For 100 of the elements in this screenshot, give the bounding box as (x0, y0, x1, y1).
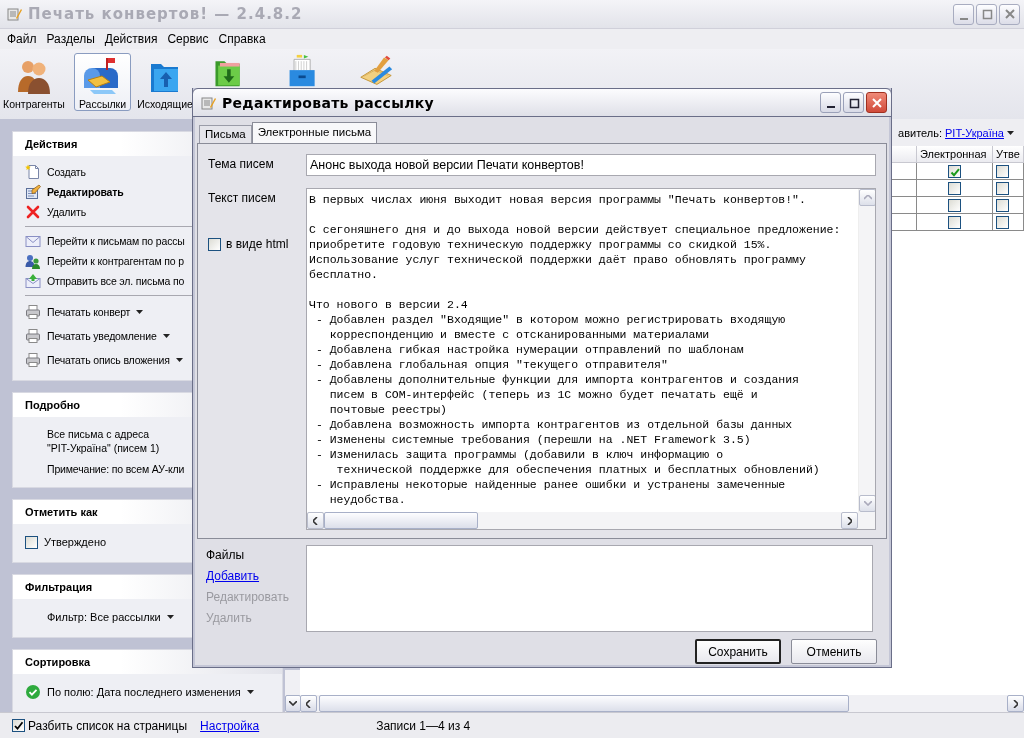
menu-item[interactable]: Действия (99, 32, 163, 46)
minimize-icon (826, 106, 835, 108)
minimize-button[interactable] (820, 92, 841, 113)
printer-icon (25, 304, 41, 320)
arrow-down-icon (289, 701, 297, 706)
action-link[interactable]: Редактировать (47, 186, 124, 198)
maximize-icon (847, 96, 860, 109)
menu-item[interactable]: Справка (213, 32, 271, 46)
horizontal-scrollbar[interactable] (307, 512, 858, 529)
field-label: Тема писем (208, 157, 274, 171)
checkbox[interactable] (208, 237, 221, 251)
panel-title: Фильтрация (25, 581, 93, 593)
checkbox[interactable] (948, 181, 961, 195)
subject-field[interactable]: Анонс выхода новой версии Печати конвертов! (306, 154, 876, 176)
close-icon (870, 96, 883, 109)
window-title: Печать конвертов! — 2.4.8.2 (28, 5, 304, 23)
arrow-up-icon (863, 195, 872, 200)
action-link[interactable]: Печатать конверт (47, 306, 131, 318)
new-document-icon (25, 164, 41, 180)
checkbox[interactable] (996, 198, 1009, 212)
arrow-right-icon (847, 516, 852, 525)
scroll-down-button[interactable] (285, 695, 300, 712)
checkbox[interactable] (948, 215, 961, 229)
check-icon (13, 720, 24, 731)
tab[interactable]: Электронные письма (251, 122, 378, 143)
scroll-left-button[interactable] (300, 695, 317, 712)
panel-title: Подробно (25, 399, 81, 411)
action-link[interactable]: Создать (47, 166, 86, 178)
checkbox-label[interactable]: Разбить список на страницы (28, 718, 188, 733)
envelope-icon (25, 233, 41, 249)
checkbox[interactable] (996, 215, 1009, 229)
horizontal-scrollbar[interactable] (300, 695, 1024, 712)
checkbox-label[interactable]: в виде html (226, 237, 289, 251)
checkbox[interactable] (25, 535, 38, 549)
sender-label: авитель: (898, 126, 943, 139)
action-link[interactable]: Печатать опись вложения (47, 354, 170, 366)
scroll-right-button[interactable] (841, 512, 858, 529)
arrow-right-icon (1013, 699, 1018, 708)
detail-text: Все письма с адреса "PIT-Україна" (писем 1) (46, 427, 161, 455)
toolbar-button[interactable]: Контрагенты (2, 53, 66, 111)
close-icon (1003, 8, 1016, 20)
panel-title: Действия (25, 138, 78, 150)
section-label: Файлы (205, 547, 246, 564)
action-link[interactable]: Удалить (47, 206, 87, 218)
caret-icon (1007, 130, 1014, 135)
scroll-thumb[interactable] (319, 695, 849, 712)
menu-item[interactable]: Разделы (41, 32, 100, 46)
app-icon (200, 94, 216, 111)
arrow-left-icon (306, 699, 311, 708)
checkbox[interactable] (12, 719, 25, 732)
records-count: Записи 1—4 из 4 (376, 718, 471, 733)
panel-title: Отметить как (25, 506, 98, 518)
checkbox[interactable] (948, 198, 961, 212)
arrow-down-icon (863, 501, 872, 506)
scroll-right-button[interactable] (1007, 695, 1024, 712)
notepad-icon (359, 54, 393, 88)
action-link[interactable]: Добавить (201, 566, 306, 587)
column-header[interactable]: Электронная (917, 146, 993, 163)
checkbox[interactable] (996, 181, 1009, 195)
close-button[interactable] (999, 3, 1020, 25)
settings-link[interactable]: Настройка (200, 718, 260, 733)
printer-icon (25, 328, 41, 344)
checkbox[interactable] (996, 164, 1009, 178)
dialog-button[interactable]: Сохранить (695, 639, 781, 664)
caret-icon (246, 690, 254, 694)
action-link[interactable]: Перейти к контрагентам по р (47, 255, 184, 267)
maximize-icon (980, 8, 993, 20)
printer-icon (25, 352, 41, 368)
checkbox-label[interactable]: Утверждено (44, 536, 107, 548)
maximize-button[interactable] (843, 92, 864, 113)
minimize-icon (959, 17, 968, 20)
action-link[interactable]: Отправить все эл. письма по (47, 275, 185, 287)
edit-document-icon (25, 184, 41, 200)
action-link[interactable]: Перейти к письмам по рассы (47, 235, 185, 247)
caret-icon (166, 615, 174, 619)
people-icon (25, 253, 41, 269)
toolbar-button[interactable]: Рассылки (74, 53, 131, 111)
toolbar-button[interactable]: Исходящие (132, 53, 198, 111)
menu-item[interactable]: Сервис (162, 32, 214, 46)
action-link[interactable]: Печатать уведомление (47, 330, 157, 342)
filter-dropdown[interactable]: Фильтр: Все рассылки (47, 611, 161, 623)
scroll-left-button[interactable] (307, 512, 324, 529)
vertical-scrollbar[interactable] (285, 670, 300, 712)
arrow-left-icon (313, 516, 318, 525)
panel-title: Сортировка (25, 656, 91, 668)
detail-text: Примечание: по всем АУ-кли (46, 463, 186, 475)
field-label: Текст писем (208, 191, 277, 205)
dialog-title: Редактировать рассылку (222, 94, 435, 111)
dialog-button[interactable]: Отменить (791, 639, 877, 664)
envelope-icon (25, 273, 41, 289)
column-header[interactable]: Утве (993, 146, 1024, 163)
scroll-thumb[interactable] (324, 512, 478, 529)
check-circle-icon (25, 684, 41, 700)
menu-item[interactable]: Файл (2, 32, 42, 46)
checkbox[interactable] (948, 164, 961, 178)
close-button[interactable] (866, 92, 887, 113)
tab[interactable]: Письма (199, 125, 252, 143)
sender-link[interactable]: PIT-Україна (945, 126, 1004, 139)
delete-icon (25, 204, 41, 220)
sort-dropdown[interactable]: По полю: Дата последнего изменения (47, 686, 241, 698)
